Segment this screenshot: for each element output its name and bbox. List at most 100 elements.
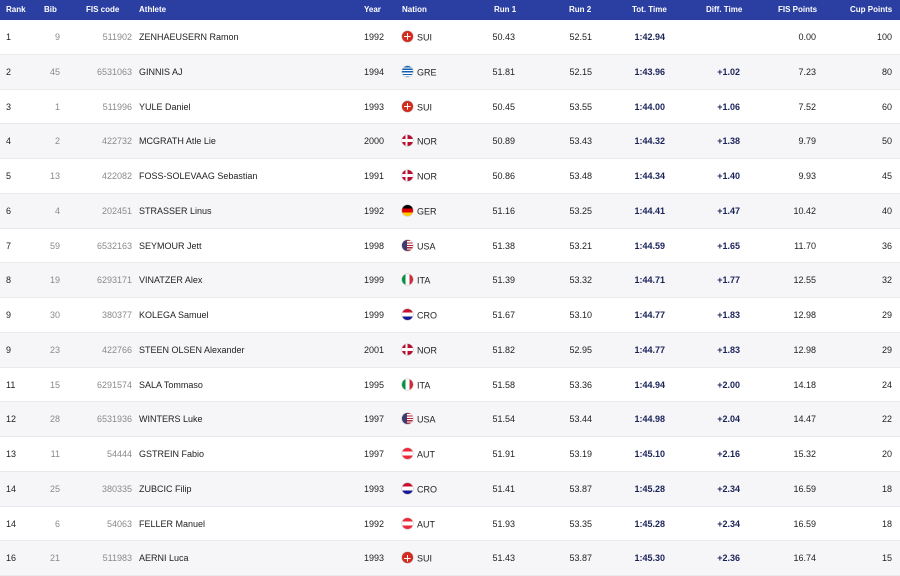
run1-cell: 50.86 [492,171,515,181]
nation-code: SUI [417,553,433,564]
athlete-name[interactable]: MCGRATH Atle Lie [139,124,359,158]
diff-time-cell: +1.77 [717,275,740,286]
athlete-name[interactable]: ZENHAEUSERN Ramon [139,20,359,54]
table-row[interactable]: 11 15 6291574 SALA Tommaso 1995 ITA 51.58 53.36… [0,368,900,403]
table-row[interactable]: 6 4 202451 STRASSER Linus 1992 GER 51.16 53.25 1… [0,193,900,229]
nation-cell: GRE [402,55,462,90]
cup-points-cell: 36 [881,240,892,251]
nation-cell: AUT [402,437,462,472]
nation-code: NOR [417,136,437,147]
year-cell: 1993 [363,101,384,112]
run1-cell: 51.38 [492,240,515,251]
diff-time-cell: +1.83 [717,344,740,355]
header-fis-points[interactable]: FIS Points [778,0,819,20]
year-cell: 2001 [363,344,384,355]
diff-time-cell: +1.65 [717,240,740,251]
cup-points-cell: 20 [881,449,892,459]
athlete-name[interactable]: VINATZER Alex [139,263,359,297]
table-row[interactable]: 12 28 6531936 WINTERS Luke 1997 USA 51.54 53.44… [0,402,900,437]
year-cell: 1992 [363,205,384,216]
tot-time-cell: 1:44.94 [634,379,665,390]
header-tot-time[interactable]: Tot. Time [632,0,687,20]
athlete-name[interactable]: GSTREIN Fabio [139,437,359,471]
fis-points-cell: 10.42 [793,205,816,216]
athlete-name[interactable]: AERNI Luca [139,541,359,575]
cup-points-cell: 32 [881,275,892,286]
bib-cell: 15 [49,379,60,390]
cup-points-cell: 80 [881,66,892,77]
fis-points-cell: 9.93 [798,171,816,181]
nation-code: GER [417,206,437,217]
table-row[interactable]: 9 23 422766 STEEN OLSEN Alexander 2001 NOR 51.… [0,332,900,368]
flag-icon [402,274,413,286]
run1-cell: 51.91 [492,449,515,459]
cup-points-cell: 22 [881,414,892,425]
table-row[interactable]: 5 13 422082 FOSS-SOLEVAAG Sebastian 1991 NOR 5… [0,159,900,194]
athlete-name[interactable]: FELLER Manuel [139,507,359,541]
table-row[interactable]: 16 21 511983 AERNI Luca 1993 SUI 51.43 53.87 1:4… [0,541,900,576]
run1-cell: 51.54 [492,414,515,425]
header-diff-time[interactable]: Diff. Time [706,0,746,20]
table-row[interactable]: 13 11 54444 GSTREIN Fabio 1997 AUT 51.91 53.19 1… [0,437,900,472]
flag-icon [402,135,413,147]
table-row[interactable]: 2 45 6531063 GINNIS AJ 1994 GRE 51.81 52.15 1:43… [0,54,900,90]
table-row[interactable]: 8 19 6293171 VINATZER Alex 1999 ITA 51.39 53.32… [0,263,900,298]
nation-code: SUI [417,32,433,43]
athlete-name[interactable]: ZUBCIC Filip [139,472,359,506]
fis-points-cell: 9.79 [798,136,816,147]
header-year[interactable]: Year [364,0,398,20]
header-bib[interactable]: Bib [44,0,74,20]
athlete-name[interactable]: FOSS-SOLEVAAG Sebastian [139,159,359,193]
nation-code: AUT [417,449,435,460]
nation-code: ITA [417,380,431,391]
tot-time-cell: 1:43.96 [634,66,665,77]
table-row[interactable]: 14 25 380335 ZUBCIC Filip 1993 CRO 51.41 53.87 1… [0,471,900,507]
athlete-name[interactable]: GINNIS AJ [139,55,359,89]
nation-cell: ITA [402,368,462,403]
header-athlete[interactable]: Athlete [139,0,359,20]
run2-cell: 53.32 [569,275,592,286]
diff-time-cell: +1.02 [717,66,740,77]
header-cup-points[interactable]: Cup Points [850,0,892,20]
nation-code: GRE [417,67,437,78]
table-row[interactable]: 3 1 511996 YULE Daniel 1993 SUI 50.45 53.55 1:44… [0,90,900,125]
fis-code-cell: 511902 [102,32,132,42]
tot-time-cell: 1:44.41 [634,205,665,216]
table-row[interactable]: 9 30 380377 KOLEGA Samuel 1999 CRO 51.67 53.10 1… [0,298,900,333]
athlete-name[interactable]: SALA Tommaso [139,368,359,402]
diff-time-cell: +1.06 [717,101,740,112]
nation-code: CRO [417,310,437,321]
table-row[interactable]: 7 59 6532163 SEYMOUR Jett 1998 USA 51.38 53.21 1… [0,229,900,264]
table-row[interactable]: 4 2 422732 MCGRATH Atle Lie 2000 NOR 50.89 53.4… [0,124,900,159]
bib-cell: 9 [54,32,60,42]
year-cell: 1997 [363,449,384,459]
header-run1[interactable]: Run 1 [494,0,539,20]
athlete-name[interactable]: YULE Daniel [139,90,359,124]
header-nation[interactable]: Nation [402,0,462,20]
tot-time-cell: 1:44.34 [634,171,665,181]
athlete-name[interactable]: STEEN OLSEN Alexander [139,333,359,367]
table-row[interactable]: 14 6 54063 FELLER Manuel 1992 AUT 51.93 53.35 1:… [0,507,900,542]
run1-cell: 50.89 [492,136,515,147]
header-run2[interactable]: Run 2 [569,0,616,20]
cup-points-cell: 18 [881,483,892,494]
run2-cell: 52.15 [569,66,592,77]
cup-points-cell: 24 [881,379,892,390]
fis-code-cell: 422766 [101,344,132,355]
fis-points-cell: 12.98 [793,310,816,320]
flag-icon [402,343,413,355]
table-row[interactable]: 1 9 511902 ZENHAEUSERN Ramon 1992 SUI 50.43 52.… [0,20,900,55]
fis-code-cell: 422082 [101,171,132,181]
bib-cell: 45 [49,66,60,77]
run2-cell: 53.21 [569,240,592,251]
athlete-name[interactable]: SEYMOUR Jett [139,229,359,263]
fis-code-cell: 511983 [102,553,132,564]
athlete-name[interactable]: STRASSER Linus [139,194,359,228]
athlete-name[interactable]: WINTERS Luke [139,402,359,436]
bib-cell: 19 [49,275,60,286]
year-cell: 1992 [363,32,384,42]
header-rank[interactable]: Rank [6,0,36,20]
tot-time-cell: 1:44.98 [634,414,665,425]
year-cell: 1998 [363,240,384,251]
athlete-name[interactable]: KOLEGA Samuel [139,298,359,332]
